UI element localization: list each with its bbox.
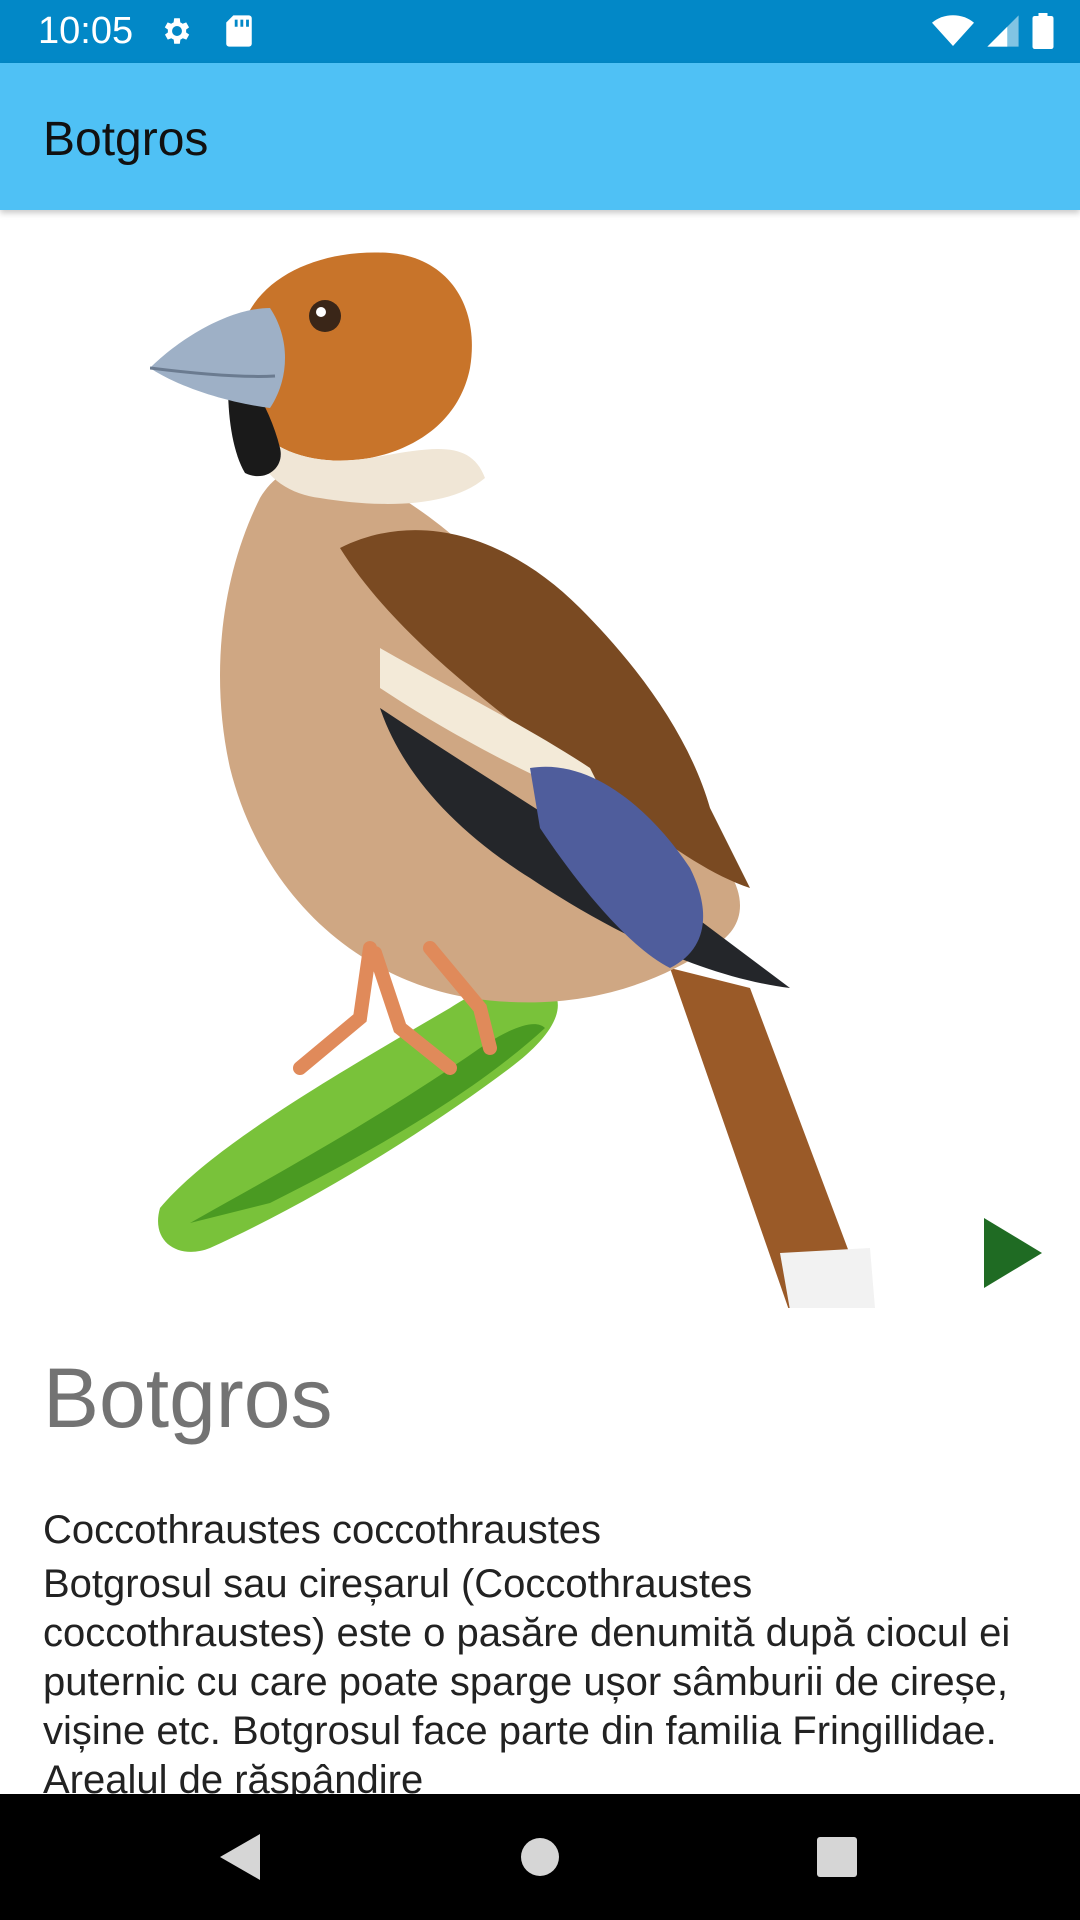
- bird-detail-content[interactable]: Botgros Coccothraustes coccothraustes Bo…: [0, 210, 1080, 1794]
- play-button[interactable]: [978, 1210, 1048, 1296]
- bird-image: [150, 252, 875, 1308]
- battery-icon: [1032, 13, 1054, 49]
- latin-name: Coccothraustes coccothraustes: [43, 1508, 602, 1552]
- status-left-icons: [160, 14, 254, 48]
- bird-description: Botgrosul sau cireșarul (Coccothraustes …: [43, 1562, 1011, 1794]
- species-title: Botgros: [43, 1351, 333, 1445]
- wifi-icon: [932, 15, 974, 46]
- home-icon[interactable]: [505, 1822, 575, 1892]
- back-icon[interactable]: [205, 1822, 275, 1892]
- gear-icon: [164, 18, 190, 44]
- status-right-icons: [932, 13, 1054, 49]
- recents-icon[interactable]: [802, 1822, 872, 1892]
- navigation-bar: [0, 1794, 1080, 1920]
- cell-signal-icon: [987, 15, 1019, 47]
- status-bar: 10:05: [0, 0, 1080, 63]
- app-title: Botgros: [43, 113, 209, 166]
- status-time: 10:05: [38, 10, 134, 52]
- sd-card-icon: [226, 15, 252, 47]
- app-bar: Botgros: [0, 63, 1080, 210]
